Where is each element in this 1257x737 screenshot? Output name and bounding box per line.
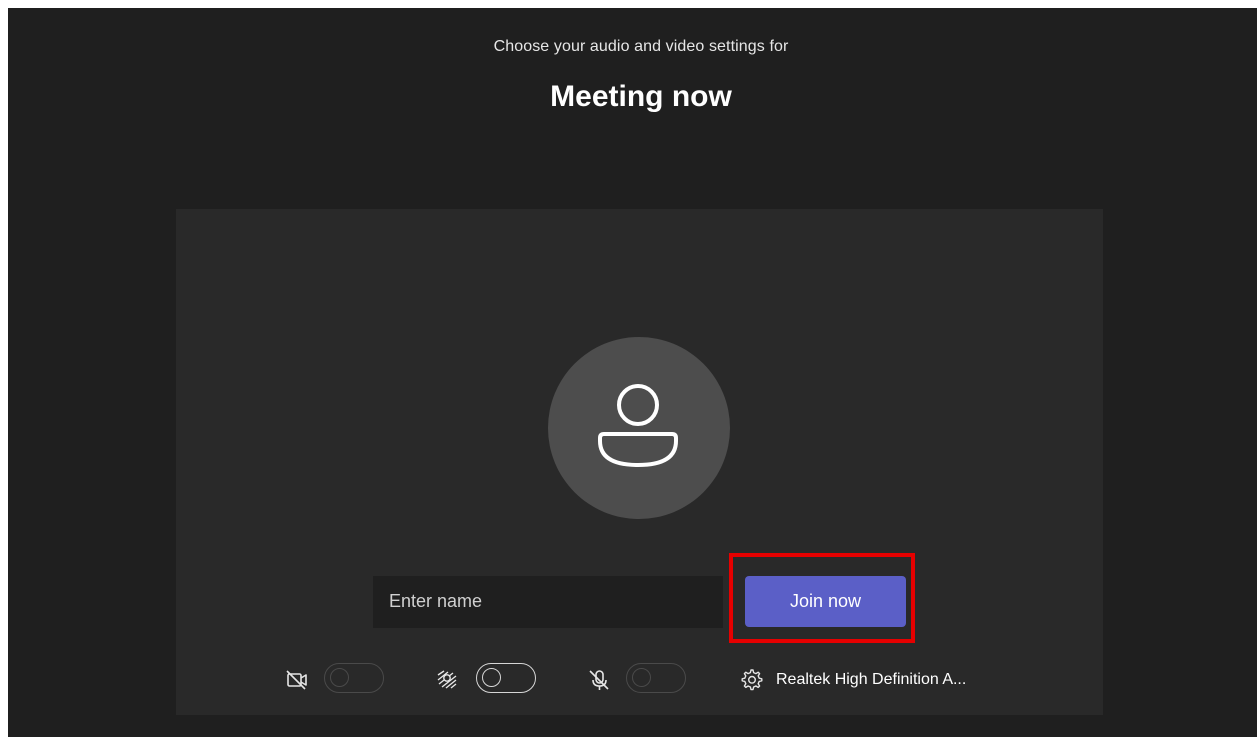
highlight-annotation (729, 553, 915, 643)
meeting-title: Meeting now (550, 80, 732, 113)
camera-toggle[interactable] (324, 663, 384, 693)
background-effects-toggle[interactable] (476, 663, 536, 693)
microphone-toggle-knob (632, 668, 651, 687)
device-controls: Realtek High Definition A... (176, 659, 1103, 703)
prejoin-subtitle: Choose your audio and video settings for (493, 38, 789, 55)
camera-off-icon[interactable] (284, 667, 310, 693)
name-input[interactable] (373, 576, 723, 628)
gear-icon[interactable] (738, 667, 764, 693)
microphone-toggle[interactable] (626, 663, 686, 693)
person-icon (598, 384, 678, 467)
video-preview-panel: Join now (176, 209, 1103, 715)
avatar (548, 337, 730, 519)
background-blur-icon[interactable] (434, 667, 460, 693)
prejoin-screen: Choose your audio and video settings for… (8, 8, 1257, 737)
audio-device-label[interactable]: Realtek High Definition A... (776, 671, 966, 689)
microphone-off-icon[interactable] (586, 667, 612, 693)
background-toggle-knob (482, 668, 501, 687)
camera-toggle-knob (330, 668, 349, 687)
